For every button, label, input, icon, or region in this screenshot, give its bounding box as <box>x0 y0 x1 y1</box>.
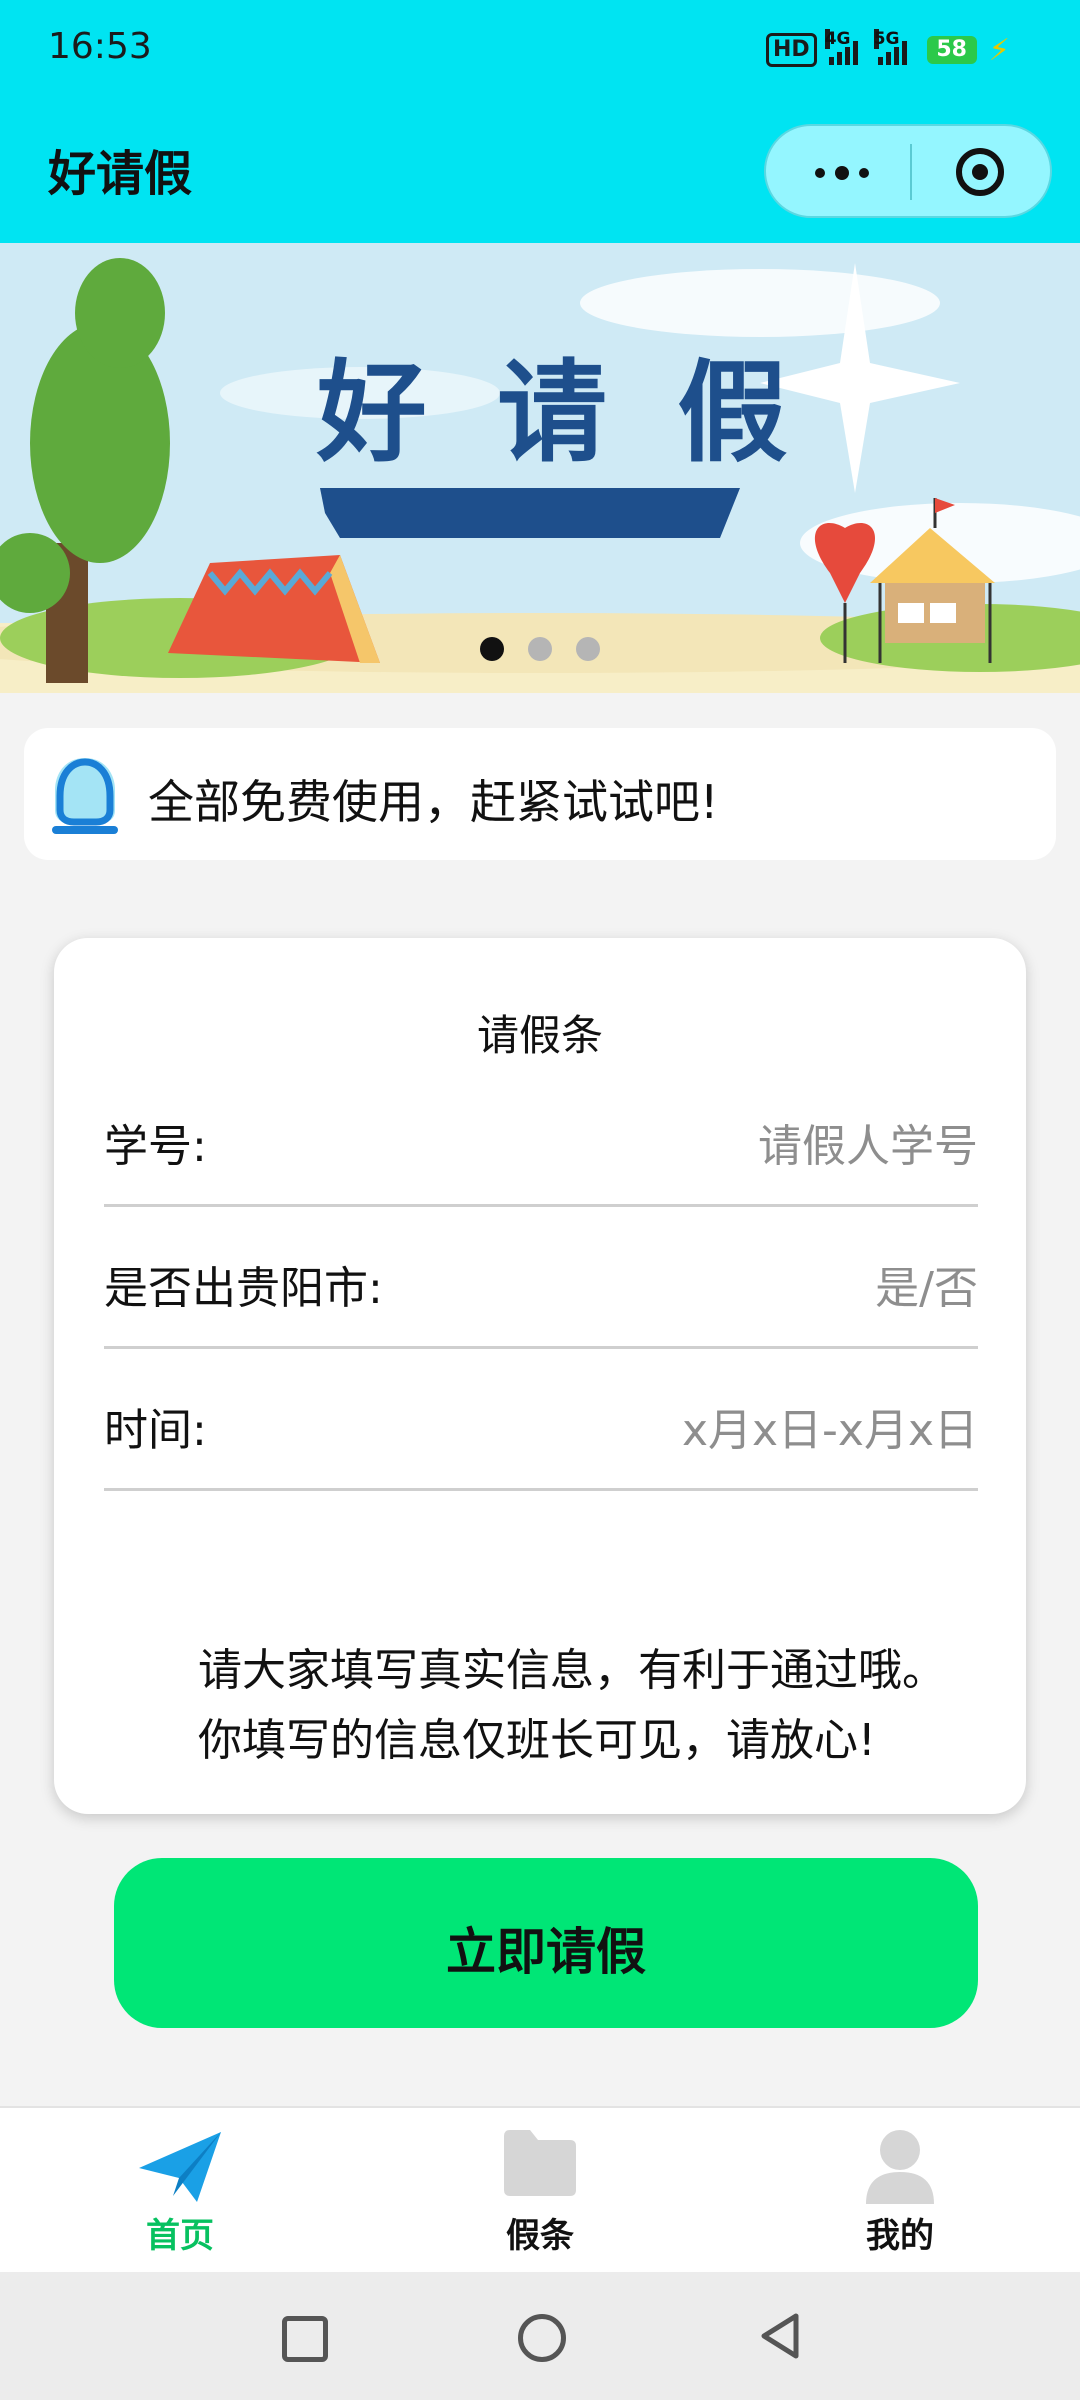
hd-badge: HD <box>766 33 817 67</box>
leave-city-input[interactable]: 是/否 <box>875 1252 978 1316</box>
tab-mine[interactable]: 我的 <box>800 2108 1000 2274</box>
banner-dot-2[interactable] <box>528 637 552 661</box>
status-icons: HD 4G 5G 58 ⚡ <box>766 29 1010 70</box>
student-id-input[interactable]: 请假人学号 <box>758 1110 978 1174</box>
notice-text: 全部免费使用，赶紧试试吧! <box>148 775 719 829</box>
submit-leave-button[interactable]: 立即请假 <box>114 1858 978 2028</box>
form-note: 请大家填写真实信息，有利于通过哦。 你填写的信息仅班长可见，请放心! <box>198 1636 946 1776</box>
bottom-tab-bar: 首页 假条 我的 <box>0 2106 1080 2274</box>
student-id-field[interactable]: 学号: 请假人学号 <box>104 1062 978 1207</box>
tab-label: 我的 <box>866 2216 934 2256</box>
tab-label: 首页 <box>146 2216 214 2256</box>
leave-form-card: 请假条 学号: 请假人学号 是否出贵阳市: 是/否 时间: x月x日-x月x日 … <box>54 938 1026 1814</box>
capsule-divider <box>910 144 912 200</box>
banner-headline: 好 请 假 <box>316 349 804 477</box>
leave-city-field[interactable]: 是否出贵阳市: 是/否 <box>104 1204 978 1349</box>
form-note-line-1: 请大家填写真实信息，有利于通过哦。 <box>198 1645 946 1696</box>
target-close-icon[interactable] <box>956 148 1004 196</box>
field-label: 学号: <box>104 1121 207 1172</box>
mini-program-capsule <box>764 124 1052 218</box>
back-icon[interactable] <box>758 2312 802 2360</box>
customer-service-icon <box>52 758 118 834</box>
status-time: 16:53 <box>48 26 152 67</box>
recent-apps-icon[interactable] <box>282 2316 328 2362</box>
tab-label: 假条 <box>506 2216 574 2256</box>
submit-label: 立即请假 <box>446 1923 646 1981</box>
signal-5g-icon: 5G <box>873 29 907 65</box>
field-label: 是否出贵阳市: <box>104 1263 383 1314</box>
battery-icon: 58 <box>926 36 977 64</box>
paper-plane-icon <box>139 2132 221 2202</box>
field-label: 时间: <box>104 1405 207 1456</box>
tab-home[interactable]: 首页 <box>80 2108 280 2274</box>
notice-bar: 全部免费使用，赶紧试试吧! <box>24 728 1056 860</box>
folder-icon <box>504 2130 576 2196</box>
more-dots-icon[interactable] <box>802 153 882 193</box>
system-navigation-bar <box>0 2272 1080 2400</box>
user-icon <box>866 2130 934 2204</box>
banner-carousel[interactable]: 好 请 假 <box>0 243 1080 693</box>
tab-leave-slips[interactable]: 假条 <box>440 2108 640 2274</box>
home-icon[interactable] <box>518 2314 566 2362</box>
date-range-input[interactable]: x月x日-x月x日 <box>682 1394 978 1458</box>
form-title: 请假条 <box>476 1011 603 1060</box>
charging-icon: ⚡ <box>988 32 1010 68</box>
signal-4g-icon: 4G <box>824 29 858 65</box>
date-range-field[interactable]: 时间: x月x日-x月x日 <box>104 1346 978 1491</box>
banner-dot-1[interactable] <box>480 637 504 661</box>
banner-pagination <box>480 637 600 661</box>
form-note-line-2: 你填写的信息仅班长可见，请放心! <box>198 1715 876 1766</box>
banner-dot-3[interactable] <box>576 637 600 661</box>
app-title: 好请假 <box>48 146 193 202</box>
